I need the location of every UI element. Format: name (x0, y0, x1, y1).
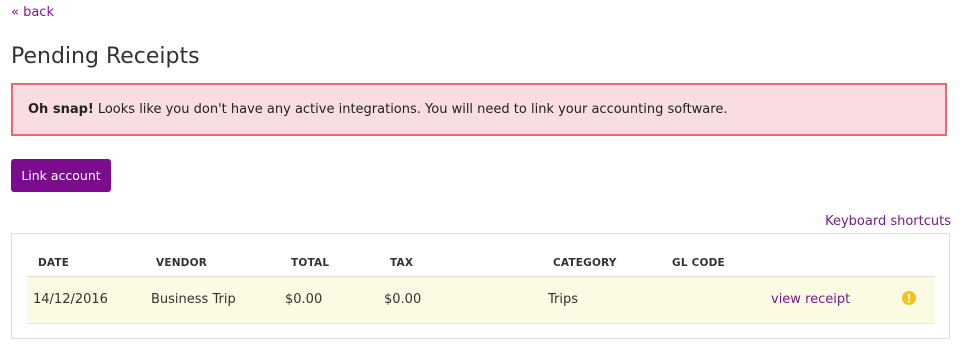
header-vendor: VENDOR (156, 257, 208, 269)
page: « back Pending Receipts Oh snap! Looks l… (0, 0, 960, 357)
link-account-button[interactable]: Link account (11, 159, 111, 192)
receipts-table: DATE VENDOR TOTAL TAX CATEGORY GL CODE 1… (11, 233, 950, 339)
warning-icon[interactable] (902, 291, 916, 305)
view-receipt-link[interactable]: view receipt (771, 292, 850, 307)
header-gl-code: GL CODE (672, 257, 725, 269)
alert-strong-text: Oh snap! (28, 102, 94, 117)
header-total: TOTAL (291, 257, 330, 269)
cell-vendor: Business Trip (151, 292, 236, 307)
cell-tax: $0.00 (384, 292, 422, 307)
keyboard-shortcuts-link[interactable]: Keyboard shortcuts (825, 214, 951, 229)
cell-category: Trips (548, 292, 579, 307)
page-title: Pending Receipts (11, 44, 200, 69)
header-date: DATE (38, 257, 70, 269)
alert-message: Looks like you don't have any active int… (97, 102, 728, 117)
header-tax: TAX (390, 257, 414, 269)
cell-total: $0.00 (285, 292, 323, 307)
error-alert: Oh snap! Looks like you don't have any a… (11, 83, 947, 136)
cell-date: 14/12/2016 (33, 292, 108, 307)
table-row[interactable]: 14/12/2016 Business Trip $0.00 $0.00 Tri… (27, 277, 935, 324)
back-link[interactable]: « back (11, 5, 54, 20)
header-category: CATEGORY (553, 257, 617, 269)
